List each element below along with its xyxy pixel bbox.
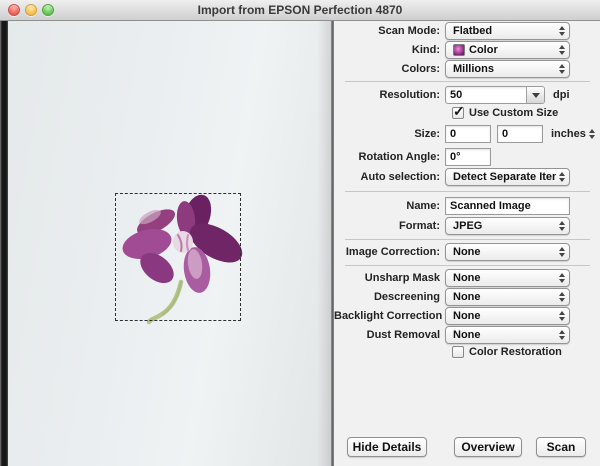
overview-button-label: Overview — [461, 440, 514, 454]
popup-arrows-icon — [559, 292, 565, 302]
popup-arrows-icon — [559, 64, 565, 74]
auto-selection-row: Auto selection: Detect Separate Items — [334, 168, 600, 186]
resolution-dropdown-button[interactable] — [526, 87, 544, 103]
kind-row: Kind: Color — [334, 41, 600, 59]
popup-arrows-icon — [559, 247, 565, 257]
separator — [345, 191, 590, 192]
use-custom-size-label: Use Custom Size — [469, 107, 558, 119]
image-correction-popup[interactable]: None — [445, 243, 570, 261]
resolution-label: Resolution: — [334, 89, 445, 101]
popup-arrows-icon — [559, 311, 565, 321]
minimize-button[interactable] — [25, 4, 37, 16]
popup-arrows-icon — [559, 26, 565, 36]
scan-mode-row: Scan Mode: Flatbed — [334, 22, 600, 40]
popup-arrows-icon — [589, 129, 595, 139]
titlebar[interactable]: Import from EPSON Perfection 4870 — [0, 0, 600, 21]
separator — [345, 81, 590, 82]
auto-selection-label: Auto selection: — [334, 171, 445, 183]
format-label: Format: — [334, 220, 445, 232]
scan-mode-label: Scan Mode: — [334, 25, 445, 37]
size-height-input[interactable] — [497, 125, 543, 143]
import-window: Import from EPSON Perfection 4870 — [0, 0, 600, 466]
use-custom-size-checkbox[interactable]: ✓ — [452, 107, 464, 119]
overview-button[interactable]: Overview — [454, 437, 522, 457]
separator — [345, 239, 590, 240]
kind-value: Color — [469, 44, 556, 56]
separator — [345, 265, 590, 266]
checkmark-icon: ✓ — [453, 103, 465, 120]
unsharp-mask-row: Unsharp Mask None — [334, 269, 600, 287]
color-restoration-checkbox[interactable] — [452, 346, 464, 358]
window-title: Import from EPSON Perfection 4870 — [0, 0, 600, 20]
resolution-input[interactable] — [446, 87, 526, 103]
dust-removal-popup[interactable]: None — [445, 326, 570, 344]
format-popup[interactable]: JPEG — [445, 217, 570, 235]
unsharp-mask-label: Unsharp Mask — [334, 272, 445, 284]
unsharp-mask-popup[interactable]: None — [445, 269, 570, 287]
image-correction-row: Image Correction: None — [334, 243, 600, 261]
unsharp-mask-value: None — [453, 272, 556, 284]
scan-button-label: Scan — [547, 440, 576, 454]
resolution-row: Resolution: dpi — [334, 86, 600, 104]
dust-removal-row: Dust Removal None — [334, 326, 600, 344]
auto-selection-popup[interactable]: Detect Separate Items — [445, 168, 570, 186]
colors-label: Colors: — [334, 63, 445, 75]
size-row: Size: inches — [334, 125, 600, 143]
name-row: Name: — [334, 197, 600, 215]
resolution-combo — [445, 86, 545, 104]
image-correction-value: None — [453, 246, 556, 258]
backlight-correction-value: None — [453, 310, 556, 322]
auto-selection-value: Detect Separate Items — [453, 171, 556, 183]
descreening-value: None — [453, 291, 556, 303]
descreening-row: Descreening None — [334, 288, 600, 306]
hide-details-button[interactable]: Hide Details — [347, 437, 427, 457]
hide-details-button-label: Hide Details — [353, 440, 422, 454]
dust-removal-value: None — [453, 329, 556, 341]
colors-row: Colors: Millions — [334, 60, 600, 78]
descreening-popup[interactable]: None — [445, 288, 570, 306]
image-correction-label: Image Correction: — [334, 246, 445, 258]
rotation-angle-label: Rotation Angle: — [334, 151, 445, 163]
backlight-correction-row: Backlight Correction None — [334, 307, 600, 325]
backlight-correction-popup[interactable]: None — [445, 307, 570, 325]
dropdown-arrow-icon — [532, 93, 540, 98]
backlight-correction-label: Backlight Correction — [334, 310, 445, 322]
panel-divider — [331, 21, 334, 466]
rotation-angle-input[interactable] — [445, 148, 491, 166]
popup-arrows-icon — [559, 172, 565, 182]
popup-arrows-icon — [559, 45, 565, 55]
use-custom-size-row: ✓ Use Custom Size — [334, 106, 600, 120]
size-width-input[interactable] — [445, 125, 491, 143]
name-label: Name: — [334, 200, 445, 212]
popup-arrows-icon — [559, 330, 565, 340]
size-unit-popup[interactable]: inches — [551, 128, 586, 140]
scan-button[interactable]: Scan — [536, 437, 586, 457]
colors-popup[interactable]: Millions — [445, 60, 570, 78]
scan-mode-popup[interactable]: Flatbed — [445, 22, 570, 40]
zoom-button[interactable] — [42, 4, 54, 16]
size-label: Size: — [334, 128, 445, 140]
resolution-unit: dpi — [553, 89, 570, 101]
color-restoration-label: Color Restoration — [469, 346, 562, 358]
popup-arrows-icon — [559, 221, 565, 231]
color-photo-icon — [453, 44, 465, 56]
scan-mode-value: Flatbed — [453, 25, 556, 37]
kind-popup[interactable]: Color — [445, 41, 570, 59]
format-row: Format: JPEG — [334, 217, 600, 235]
descreening-label: Descreening — [334, 291, 445, 303]
close-button[interactable] — [8, 4, 20, 16]
scan-preview-area[interactable] — [0, 21, 331, 466]
settings-panel: Scan Mode: Flatbed Kind: Color Colors: M… — [334, 21, 600, 466]
size-unit-value: inches — [551, 128, 586, 140]
kind-label: Kind: — [334, 44, 445, 56]
dust-removal-label: Dust Removal — [334, 329, 445, 341]
color-restoration-row: Color Restoration — [334, 345, 600, 359]
rotation-angle-row: Rotation Angle: — [334, 148, 600, 166]
popup-arrows-icon — [559, 273, 565, 283]
colors-value: Millions — [453, 63, 556, 75]
format-value: JPEG — [453, 220, 556, 232]
preview-edge-shade — [317, 21, 331, 466]
scan-selection-marquee[interactable] — [115, 193, 241, 321]
name-input[interactable] — [445, 197, 570, 215]
